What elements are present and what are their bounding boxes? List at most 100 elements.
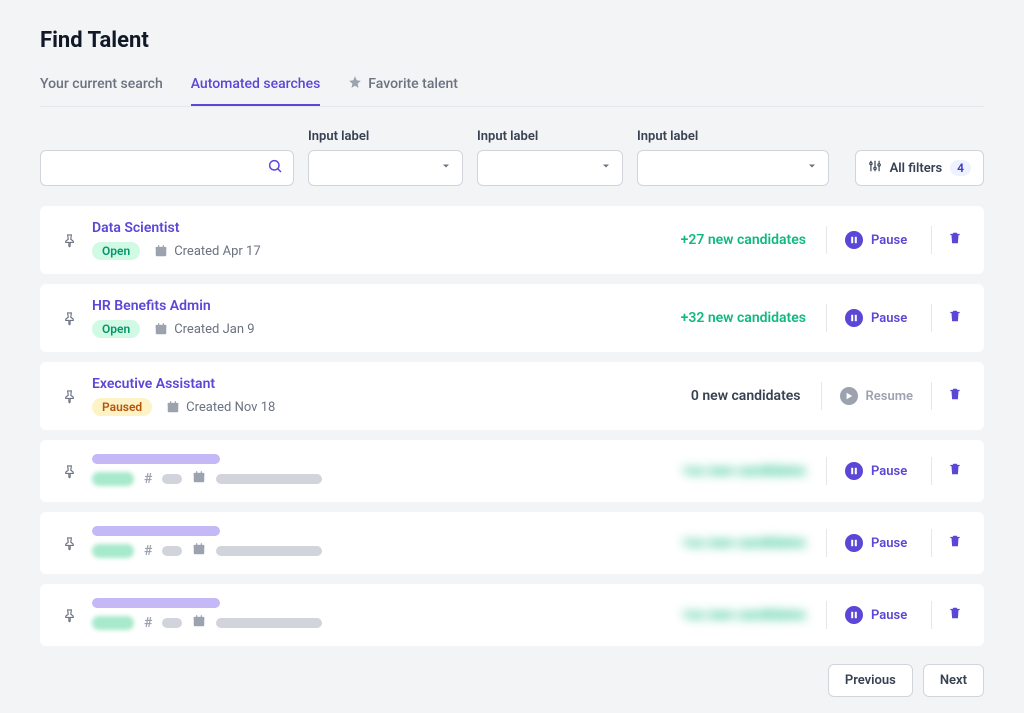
candidates-count: +32 new candidates [642, 310, 822, 326]
pause-icon [845, 462, 863, 480]
pause-icon [845, 534, 863, 552]
search-card: Data ScientistOpenCreated Apr 17+27 new … [40, 206, 984, 274]
chevron-down-icon [600, 160, 612, 176]
pause-icon [845, 606, 863, 624]
filter-label-a: Input label [308, 129, 463, 144]
filter-label-c: Input label [637, 129, 829, 144]
star-icon [348, 75, 362, 93]
chevron-down-icon [440, 160, 452, 176]
previous-button[interactable]: Previous [828, 664, 913, 697]
tab-current-search[interactable]: Your current search [40, 76, 163, 106]
candidates-count: +xx new candidates [642, 463, 822, 479]
skeleton-chip [162, 474, 182, 484]
pin-icon[interactable] [62, 464, 92, 479]
action-label: Pause [871, 464, 907, 479]
hash-icon: # [144, 543, 152, 559]
pause-button[interactable]: Pause [831, 462, 927, 480]
skeleton-meta: # [92, 614, 642, 632]
pin-icon[interactable] [62, 608, 92, 623]
page-title: Find Talent [40, 28, 984, 53]
action-label: Pause [871, 536, 907, 551]
tab-favorite-talent[interactable]: Favorite talent [348, 75, 458, 107]
action-label: Pause [871, 311, 907, 326]
pin-icon[interactable] [62, 389, 92, 404]
search-card: Executive Assistant Paused Created Nov 18 0… [40, 362, 984, 430]
card-meta: Open Created Jan 9 [92, 320, 642, 338]
candidates-count: +xx new candidates [642, 535, 822, 551]
filter-select-c[interactable] [637, 150, 829, 186]
card-main: # [92, 454, 642, 488]
card-main: Executive Assistant Paused Created Nov 18 [92, 376, 637, 416]
card-main: # [92, 526, 642, 560]
delete-button[interactable] [936, 387, 962, 405]
card-meta: Paused Created Nov 18 [92, 398, 637, 416]
pause-icon [845, 309, 863, 327]
search-title-link[interactable]: Executive Assistant [92, 376, 637, 392]
candidates-count: 0 new candidates [637, 388, 817, 404]
status-badge: Open [92, 242, 140, 260]
action-label: Resume [866, 389, 913, 404]
created-date: Created Apr 17 [154, 244, 260, 259]
filter-select-a[interactable] [308, 150, 463, 186]
status-badge: Paused [92, 398, 152, 416]
pin-icon[interactable] [62, 536, 92, 551]
tabs: Your current search Automated searches F… [40, 75, 984, 107]
pause-button[interactable]: Pause [831, 534, 927, 552]
skeleton-meta: # [92, 542, 642, 560]
pager: Previous Next [40, 664, 984, 697]
tab-favorite-label: Favorite talent [368, 76, 458, 92]
skeleton-bar [216, 618, 322, 628]
pause-button[interactable]: Pause [831, 606, 927, 624]
delete-button[interactable] [936, 606, 962, 624]
next-button[interactable]: Next [923, 664, 984, 697]
all-filters-button[interactable]: All filters 4 [855, 150, 984, 186]
skeleton-badge [92, 616, 134, 630]
card-main: # [92, 598, 642, 632]
delete-button[interactable] [936, 462, 962, 480]
calendar-icon [192, 470, 206, 488]
delete-button[interactable] [936, 534, 962, 552]
resume-button[interactable]: Resume [826, 387, 927, 405]
pin-icon[interactable] [62, 311, 92, 326]
filter-select-b[interactable] [477, 150, 623, 186]
tab-automated-searches[interactable]: Automated searches [191, 76, 321, 106]
candidates-count: +xx new candidates [642, 607, 822, 623]
search-icon [267, 158, 283, 178]
action-label: Pause [871, 608, 907, 623]
card-meta: Open Created Apr 17 [92, 242, 642, 260]
created-date: Created Nov 18 [166, 400, 275, 415]
action-label: Pause [871, 233, 907, 248]
filter-row: Input label Input label Input label All … [40, 129, 984, 186]
pause-button[interactable]: Pause [831, 309, 927, 327]
created-date: Created Jan 9 [154, 322, 254, 337]
search-list: Data ScientistOpenCreated Apr 17+27 new … [40, 206, 984, 646]
pause-icon [845, 231, 863, 249]
search-title-link[interactable]: HR Benefits Admin [92, 298, 642, 314]
skeleton-meta: # [92, 470, 642, 488]
skeleton-bar [216, 474, 322, 484]
card-main: Data Scientist Open Created Apr 17 [92, 220, 642, 260]
delete-button[interactable] [936, 309, 962, 327]
status-badge: Open [92, 320, 140, 338]
skeleton-bar [216, 546, 322, 556]
skeleton-chip [162, 546, 182, 556]
search-input[interactable] [51, 160, 267, 176]
skeleton-title [92, 598, 220, 608]
delete-button[interactable] [936, 231, 962, 249]
search-box[interactable] [40, 150, 294, 186]
search-card: #+xx new candidates Pause [40, 440, 984, 502]
skeleton-badge [92, 544, 134, 558]
all-filters-label: All filters [890, 161, 943, 176]
card-main: HR Benefits Admin Open Created Jan 9 [92, 298, 642, 338]
sliders-icon [868, 159, 882, 177]
search-title-link[interactable]: Data Scientist [92, 220, 642, 236]
skeleton-title [92, 454, 220, 464]
pause-button[interactable]: Pause [831, 231, 927, 249]
play-icon [840, 387, 858, 405]
calendar-icon [192, 542, 206, 560]
filter-label-b: Input label [477, 129, 623, 144]
chevron-down-icon [806, 160, 818, 176]
pin-icon[interactable] [62, 233, 92, 248]
calendar-icon [192, 614, 206, 632]
search-card: HR Benefits Admin Open Created Jan 9 +32 ne… [40, 284, 984, 352]
